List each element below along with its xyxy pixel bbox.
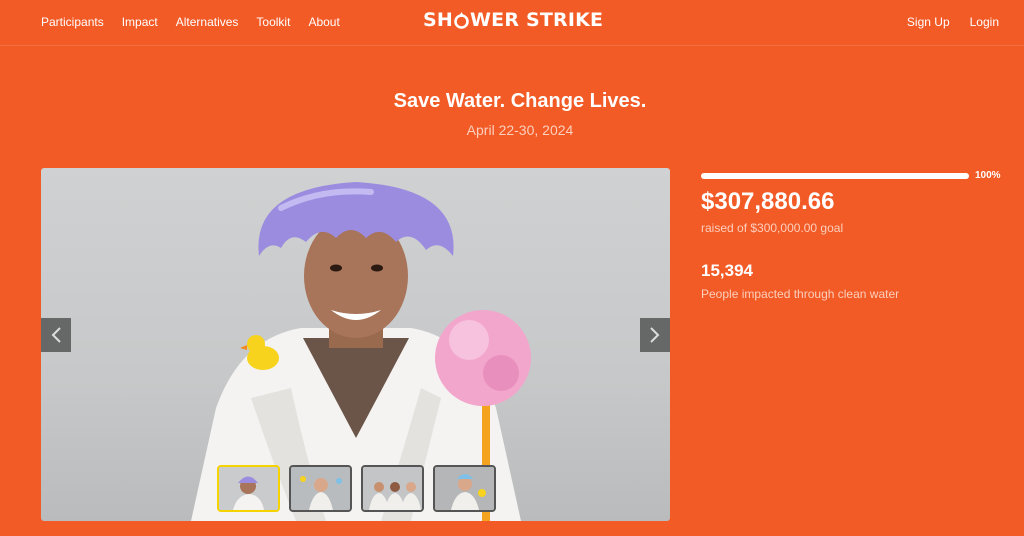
nav-link-participants[interactable]: Participants (41, 15, 104, 29)
people-impacted-count: 15,394 (701, 261, 753, 280)
progress-fill (701, 173, 969, 179)
progress-percent: 100% (975, 170, 1001, 181)
login-link[interactable]: Login (970, 15, 999, 29)
fundraising-progress-bar (701, 173, 969, 179)
auth-links: Sign Up Login (907, 15, 999, 29)
carousel-thumbnail[interactable] (217, 465, 280, 512)
carousel-prev-button[interactable] (41, 318, 71, 352)
nav-link-about[interactable]: About (308, 15, 339, 29)
goal-text: raised of $300,000.00 goal (701, 221, 844, 235)
nav-link-toolkit[interactable]: Toolkit (256, 15, 290, 29)
nav-links: Participants Impact Alternatives Toolkit… (41, 15, 340, 29)
chevron-right-icon (650, 327, 660, 343)
brand-text-right: WER STRIKE (470, 9, 604, 31)
carousel-thumbnail[interactable] (361, 465, 424, 512)
people-impacted-label: People impacted through clean water (701, 287, 900, 301)
brand-text-left: SH (423, 9, 453, 31)
nav-link-alternatives[interactable]: Alternatives (176, 15, 239, 29)
amount-raised: $307,880.66 (701, 188, 835, 215)
water-drop-icon (454, 11, 469, 29)
photo-carousel (41, 168, 670, 521)
nav-link-impact[interactable]: Impact (122, 15, 158, 29)
campaign-dates: April 22-30, 2024 (466, 122, 574, 138)
page-title: Save Water. Change Lives. (393, 90, 647, 112)
brand-logo[interactable]: SH WER STRIKE (423, 9, 623, 31)
carousel-thumbnails (217, 465, 496, 512)
chevron-left-icon (51, 327, 61, 343)
carousel-next-button[interactable] (640, 318, 670, 352)
carousel-thumbnail[interactable] (433, 465, 496, 512)
carousel-thumbnail[interactable] (289, 465, 352, 512)
sign-up-link[interactable]: Sign Up (907, 15, 950, 29)
top-nav: Participants Impact Alternatives Toolkit… (0, 0, 1024, 46)
